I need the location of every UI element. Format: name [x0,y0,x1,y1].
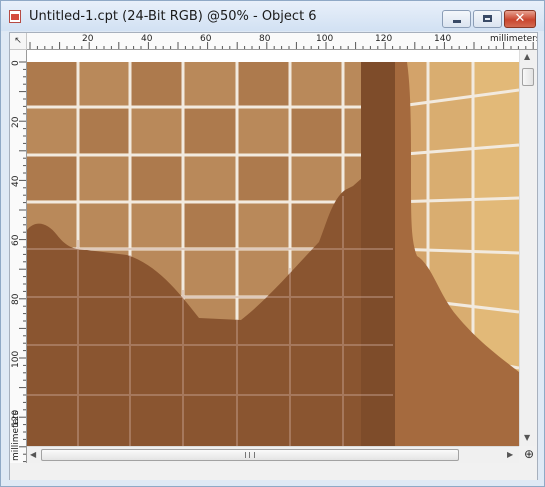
vertical-scrollbar[interactable]: ▲ ▼ [519,50,536,446]
title-bar[interactable]: Untitled-1.cpt (24-Bit RGB) @50% - Objec… [1,1,544,31]
arrow-down-icon[interactable]: ▼ [524,433,530,442]
vruler-label-0: 0 [11,60,21,66]
canvas-image [27,50,519,446]
horizontal-scrollbar[interactable]: ◀ ▶ [27,446,519,463]
maximize-icon [483,15,492,22]
hruler-label-140: 140 [434,34,452,44]
zoom-icon[interactable]: ⊕ [521,446,537,463]
horizontal-ruler[interactable]: 20 40 60 80 100 120 140 millimeters [27,33,537,50]
vertical-ruler[interactable]: 0 20 40 60 80 100 120 millimeters [10,50,27,463]
hruler-label-40: 40 [141,34,153,44]
minimize-icon [453,20,461,23]
window-title: Untitled-1.cpt (24-Bit RGB) @50% - Objec… [29,9,317,24]
hruler-label-100: 100 [316,34,334,44]
ruler-origin-icon[interactable]: ↖ [10,33,27,50]
horizontal-scroll-thumb[interactable] [41,449,459,461]
maximize-button[interactable] [473,10,502,28]
vruler-unit-label: millimeters [11,410,21,461]
arrow-up-icon[interactable]: ▲ [524,52,530,61]
hruler-unit-label: millimeters [490,34,537,44]
vruler-label-60: 60 [11,234,21,246]
close-button[interactable]: ✕ [504,10,536,28]
vruler-label-80: 80 [11,293,21,305]
grip-icon [245,452,255,458]
arrow-right-icon[interactable]: ▶ [507,450,513,459]
image-canvas[interactable] [27,50,519,446]
document-window: Untitled-1.cpt (24-Bit RGB) @50% - Objec… [0,0,545,487]
hruler-label-60: 60 [200,34,212,44]
document-client-area: ↖ 20 40 60 80 100 120 140 millimeters 0 … [9,32,538,480]
vertical-ruler-ticks [19,61,26,463]
vertical-scroll-thumb[interactable] [522,68,534,86]
minimize-button[interactable] [442,10,471,28]
vruler-label-40: 40 [11,175,21,187]
close-icon: ✕ [514,11,526,26]
arrow-left-icon[interactable]: ◀ [30,450,36,459]
hruler-label-120: 120 [375,34,393,44]
hruler-label-20: 20 [82,34,94,44]
corel-photo-document-icon[interactable] [9,10,21,23]
hruler-label-80: 80 [259,34,271,44]
bottom-strip [10,463,537,480]
vruler-label-100: 100 [11,350,21,368]
vruler-label-20: 20 [11,116,21,128]
horizontal-ruler-ticks [29,42,534,49]
